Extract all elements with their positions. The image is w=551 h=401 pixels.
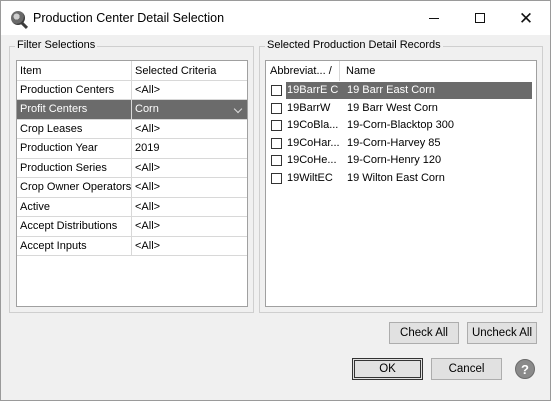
filter-item-label: Production Centers (17, 80, 132, 99)
record-name: 19 Barr West Corn (347, 101, 438, 114)
record-abbreviation: 19BarrE C (287, 84, 339, 96)
window-title: Production Center Detail Selection (33, 11, 225, 25)
record-name: 19-Corn-Blacktop 300 (347, 119, 455, 131)
filter-criteria-value[interactable]: <All> (132, 217, 247, 236)
selected-records-group: Selected Production Detail Records Abbre… (259, 39, 543, 313)
filter-row-accept-distributions[interactable]: Accept Distributions <All> (17, 217, 247, 237)
record-checkbox[interactable] (271, 155, 282, 166)
record-row[interactable]: 19CoHar... 19-Corn-Harvey 85 (266, 135, 536, 152)
record-checkbox[interactable] (271, 85, 282, 96)
filter-criteria-value[interactable]: <All> (132, 237, 247, 256)
filter-item-label: Crop Leases (17, 119, 132, 138)
cancel-button[interactable]: Cancel (431, 358, 502, 380)
filter-criteria-value: Corn (135, 103, 159, 115)
dialog-window: Production Center Detail Selection ✕ Fil… (0, 0, 551, 401)
check-all-button[interactable]: Check All (389, 322, 459, 344)
filter-criteria-value[interactable]: <All> (132, 198, 247, 217)
filter-grid-header: Item Selected Criteria (17, 61, 247, 81)
filter-row-active[interactable]: Active <All> (17, 197, 247, 217)
maximize-icon (475, 13, 485, 23)
filter-grid: Item Selected Criteria Production Center… (16, 60, 248, 307)
close-icon: ✕ (518, 8, 534, 28)
record-abbreviation: 19CoBla... (287, 119, 339, 131)
filter-item-label: Profit Centers (17, 100, 132, 119)
ok-button[interactable]: OK (352, 358, 423, 380)
record-row[interactable]: 19CoHe... 19-Corn-Henry 120 (266, 152, 536, 169)
title-bar[interactable]: Production Center Detail Selection ✕ (1, 1, 550, 35)
magnifier-app-icon (11, 11, 25, 25)
column-header-item[interactable]: Item (17, 61, 132, 80)
record-name: 19-Corn-Harvey 85 (347, 136, 441, 149)
filter-criteria-value[interactable]: <All> (132, 159, 247, 178)
selected-records-label: Selected Production Detail Records (265, 39, 443, 51)
record-abbreviation: 19CoHe... (287, 154, 337, 166)
records-list: Abbreviat... / Name 19BarrE C 19 Barr Ea… (265, 60, 537, 307)
minimize-button[interactable] (411, 1, 457, 35)
record-checkbox[interactable] (271, 120, 282, 131)
filter-row-production-year[interactable]: Production Year 2019 (17, 139, 247, 159)
filter-selections-label: Filter Selections (15, 39, 98, 51)
record-checkbox[interactable] (271, 137, 282, 149)
filter-row-accept-inputs[interactable]: Accept Inputs <All> (17, 236, 247, 256)
record-name: 19 Wilton East Corn (347, 171, 445, 184)
column-header-selected-criteria[interactable]: Selected Criteria (132, 61, 247, 80)
filter-criteria-value[interactable]: 2019 (132, 139, 247, 158)
filter-row-crop-owner-operators[interactable]: Crop Owner Operators <All> (17, 178, 247, 198)
filter-criteria-value[interactable]: <All> (132, 81, 247, 100)
filter-item-label: Active (17, 197, 132, 216)
filter-row-crop-leases[interactable]: Crop Leases <All> (17, 119, 247, 139)
help-icon[interactable]: ? (515, 359, 535, 379)
minimize-icon (429, 17, 439, 19)
records-list-header: Abbreviat... / Name (266, 61, 536, 81)
record-row[interactable]: 19BarrE C 19 Barr East Corn (266, 82, 536, 99)
maximize-button[interactable] (457, 1, 503, 35)
filter-item-label: Crop Owner Operators (17, 178, 132, 197)
record-checkbox[interactable] (271, 102, 282, 114)
filter-criteria-dropdown[interactable]: Corn (132, 100, 247, 119)
close-button[interactable]: ✕ (503, 1, 549, 35)
record-abbreviation: 19CoHar... (287, 136, 340, 149)
record-row[interactable]: 19CoBla... 19-Corn-Blacktop 300 (266, 117, 536, 134)
uncheck-all-button[interactable]: Uncheck All (467, 322, 537, 344)
chevron-down-icon[interactable] (233, 104, 243, 114)
record-abbreviation: 19WiltEC (287, 171, 333, 184)
filter-item-label: Production Series (17, 158, 132, 177)
column-header-name[interactable]: Name (341, 61, 491, 81)
filter-criteria-value[interactable]: <All> (132, 120, 247, 139)
filter-criteria-value[interactable]: <All> (132, 178, 247, 197)
record-checkbox[interactable] (271, 172, 282, 184)
filter-selections-group: Filter Selections Item Selected Criteria… (9, 39, 254, 313)
filter-item-label: Production Year (17, 139, 132, 158)
filter-item-label: Accept Distributions (17, 217, 132, 236)
record-abbreviation: 19BarrW (287, 101, 331, 114)
record-row[interactable]: 19BarrW 19 Barr West Corn (266, 100, 536, 117)
column-header-abbreviation[interactable]: Abbreviat... / (266, 61, 340, 81)
record-name: 19-Corn-Henry 120 (347, 154, 442, 166)
record-name: 19 Barr East Corn (347, 84, 436, 96)
filter-row-production-series[interactable]: Production Series <All> (17, 158, 247, 178)
filter-row-production-centers[interactable]: Production Centers <All> (17, 80, 247, 100)
record-row[interactable]: 19WiltEC 19 Wilton East Corn (266, 170, 536, 187)
filter-item-label: Accept Inputs (17, 236, 132, 255)
filter-row-profit-centers[interactable]: Profit Centers Corn (17, 100, 247, 120)
